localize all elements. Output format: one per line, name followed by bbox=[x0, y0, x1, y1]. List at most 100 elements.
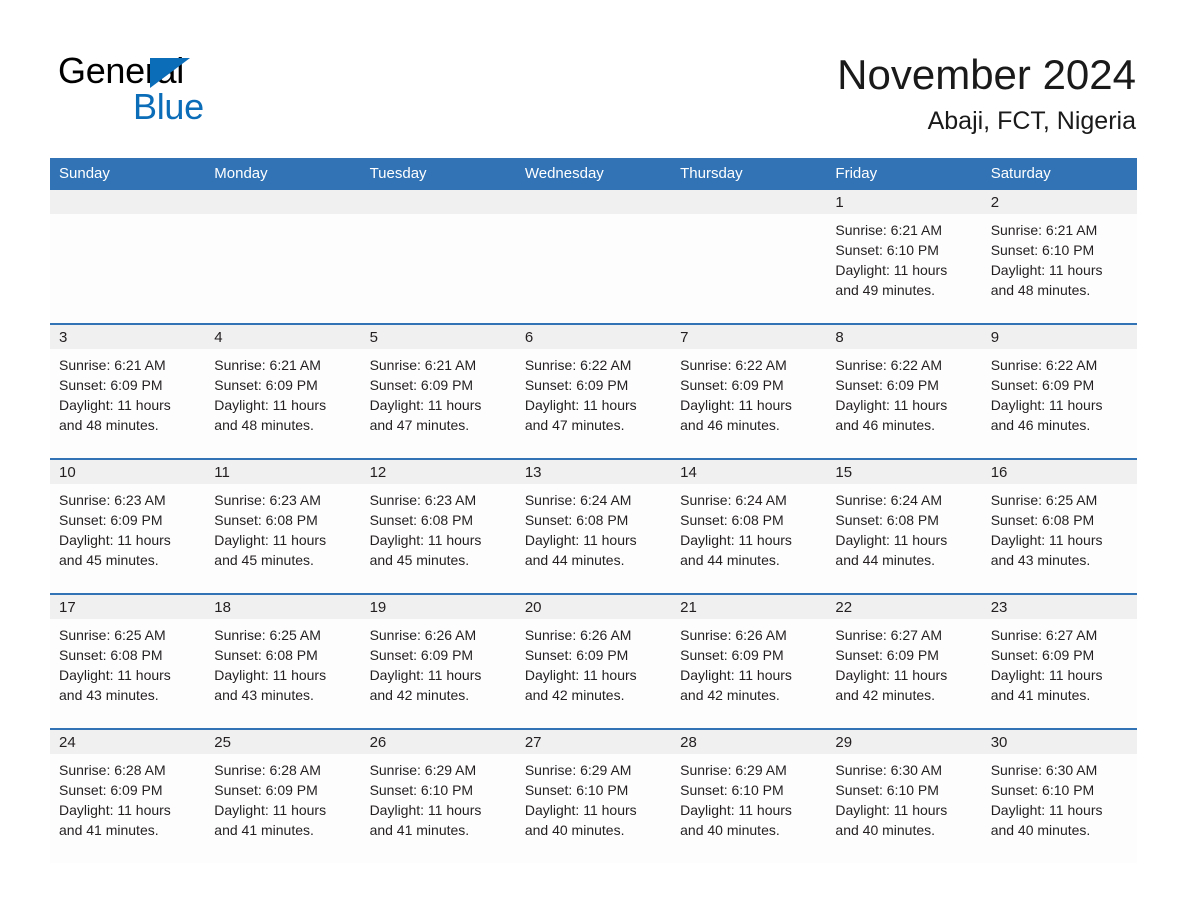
calendar-cell-empty bbox=[515, 190, 672, 324]
day-number: 17 bbox=[50, 595, 206, 619]
sunrise-text: Sunrise: 6:22 AM bbox=[835, 357, 943, 373]
calendar-day-cell[interactable]: 5 Sunrise: 6:21 AM Sunset: 6:09 PM Daylight… bbox=[360, 323, 516, 459]
sunrise-text: Sunrise: 6:22 AM bbox=[990, 357, 1098, 373]
calendar-day-cell[interactable]: 2 Sunrise: 6:21 AM Sunset: 6:10 PM Daylight… bbox=[981, 190, 1137, 324]
sunset-text: Sunset: 6:10 PM bbox=[835, 242, 939, 258]
calendar-page: General Blue November 2024 Abaji, FCT, N… bbox=[0, 0, 1188, 918]
sunset-text: Sunset: 6:09 PM bbox=[524, 377, 629, 393]
day-number: 6 bbox=[515, 325, 672, 349]
day-number: 11 bbox=[205, 460, 361, 484]
sunset-text: Sunset: 6:08 PM bbox=[369, 512, 474, 528]
daylight-text: Daylight: 11 hours and 48 minutes. bbox=[214, 397, 327, 433]
day-number bbox=[671, 190, 827, 214]
calendar-day-cell[interactable]: 6 Sunrise: 6:22 AM Sunset: 6:09 PM Daylight… bbox=[515, 323, 672, 459]
calendar-day-cell[interactable]: 13 Sunrise: 6:24 AM Sunset: 6:08 PM Dayligh… bbox=[515, 458, 672, 594]
calendar-day-cell[interactable]: 18 Sunrise: 6:25 AM Sunset: 6:08 PM Dayligh… bbox=[205, 593, 361, 729]
day-number: 14 bbox=[671, 460, 827, 484]
calendar-week-row: 10 Sunrise: 6:23 AM Sunset: 6:09 PM Dayligh… bbox=[50, 458, 1137, 594]
sunset-text: Sunset: 6:09 PM bbox=[369, 647, 474, 663]
sunrise-text: Sunrise: 6:26 AM bbox=[369, 627, 477, 643]
calendar-day-cell[interactable]: 25 Sunrise: 6:28 AM Sunset: 6:09 PM Dayligh… bbox=[205, 728, 361, 863]
sunset-text: Sunset: 6:08 PM bbox=[524, 512, 629, 528]
sunrise-text: Sunrise: 6:23 AM bbox=[59, 492, 166, 508]
day-details: Sunrise: 6:24 AM Sunset: 6:08 PM Daylight:… bbox=[826, 484, 981, 570]
calendar-day-cell[interactable]: 7 Sunrise: 6:22 AM Sunset: 6:09 PM Daylight… bbox=[671, 323, 827, 459]
day-number: 16 bbox=[981, 460, 1137, 484]
day-number: 5 bbox=[360, 325, 516, 349]
title-block: November 2024 Abaji, FCT, Nigeria bbox=[837, 50, 1136, 136]
calendar-cell-empty bbox=[360, 190, 516, 324]
daylight-text: Daylight: 11 hours and 48 minutes. bbox=[59, 397, 171, 433]
day-number: 10 bbox=[50, 460, 206, 484]
calendar-day-cell[interactable]: 4 Sunrise: 6:21 AM Sunset: 6:09 PM Daylight… bbox=[205, 323, 361, 459]
calendar-day-cell[interactable]: 10 Sunrise: 6:23 AM Sunset: 6:09 PM Dayligh… bbox=[50, 458, 206, 594]
calendar-day-cell[interactable]: 21 Sunrise: 6:26 AM Sunset: 6:09 PM Dayligh… bbox=[671, 593, 827, 729]
calendar-day-cell[interactable]: 16 Sunrise: 6:25 AM Sunset: 6:08 PM Dayligh… bbox=[981, 458, 1137, 594]
calendar-day-cell[interactable]: 1 Sunrise: 6:21 AM Sunset: 6:10 PM Daylight… bbox=[826, 190, 982, 324]
day-details: Sunrise: 6:27 AM Sunset: 6:09 PM Daylight:… bbox=[982, 619, 1137, 705]
daylight-text: Daylight: 11 hours and 40 minutes. bbox=[835, 802, 948, 838]
day-number: 13 bbox=[515, 460, 672, 484]
calendar-week-row: 24 Sunrise: 6:28 AM Sunset: 6:09 PM Dayligh… bbox=[50, 728, 1137, 863]
day-details: Sunrise: 6:28 AM Sunset: 6:09 PM Daylight:… bbox=[205, 754, 360, 840]
sunset-text: Sunset: 6:10 PM bbox=[990, 242, 1095, 258]
weekday-header-monday: Monday bbox=[205, 158, 361, 190]
calendar-day-cell[interactable]: 11 Sunrise: 6:23 AM Sunset: 6:08 PM Dayligh… bbox=[205, 458, 361, 594]
page-header: General Blue November 2024 Abaji, FCT, N… bbox=[0, 0, 1188, 150]
daylight-text: Daylight: 11 hours and 40 minutes. bbox=[990, 802, 1103, 838]
daylight-text: Daylight: 11 hours and 42 minutes. bbox=[524, 667, 637, 703]
day-number: 20 bbox=[515, 595, 672, 619]
calendar-day-cell[interactable]: 27 Sunrise: 6:29 AM Sunset: 6:10 PM Dayligh… bbox=[515, 728, 672, 863]
daylight-text: Daylight: 11 hours and 40 minutes. bbox=[680, 802, 792, 838]
sunset-text: Sunset: 6:09 PM bbox=[59, 782, 163, 798]
calendar-day-cell[interactable]: 30 Sunrise: 6:30 AM Sunset: 6:10 PM Dayligh… bbox=[981, 728, 1137, 863]
calendar-day-cell[interactable]: 20 Sunrise: 6:26 AM Sunset: 6:09 PM Dayligh… bbox=[515, 593, 672, 729]
calendar-day-cell[interactable]: 17 Sunrise: 6:25 AM Sunset: 6:08 PM Dayligh… bbox=[50, 593, 206, 729]
calendar-day-cell[interactable]: 3 Sunrise: 6:21 AM Sunset: 6:09 PM Daylight… bbox=[50, 323, 206, 459]
sunset-text: Sunset: 6:09 PM bbox=[59, 512, 163, 528]
day-number: 26 bbox=[360, 730, 516, 754]
sunset-text: Sunset: 6:09 PM bbox=[835, 377, 939, 393]
calendar-day-cell[interactable]: 23 Sunrise: 6:27 AM Sunset: 6:09 PM Dayligh… bbox=[981, 593, 1137, 729]
sunset-text: Sunset: 6:09 PM bbox=[524, 647, 629, 663]
daylight-text: Daylight: 11 hours and 48 minutes. bbox=[990, 262, 1103, 298]
sunset-text: Sunset: 6:10 PM bbox=[835, 782, 939, 798]
sunrise-text: Sunrise: 6:28 AM bbox=[214, 762, 321, 778]
calendar-day-cell[interactable]: 28 Sunrise: 6:29 AM Sunset: 6:10 PM Dayligh… bbox=[671, 728, 827, 863]
sunrise-text: Sunrise: 6:21 AM bbox=[835, 222, 943, 238]
day-details: Sunrise: 6:24 AM Sunset: 6:08 PM Daylight:… bbox=[516, 484, 671, 570]
calendar-day-cell[interactable]: 9 Sunrise: 6:22 AM Sunset: 6:09 PM Daylight… bbox=[981, 323, 1137, 459]
calendar-day-cell[interactable]: 26 Sunrise: 6:29 AM Sunset: 6:10 PM Dayligh… bbox=[360, 728, 516, 863]
day-details: Sunrise: 6:23 AM Sunset: 6:09 PM Daylight:… bbox=[50, 484, 205, 570]
day-details: Sunrise: 6:26 AM Sunset: 6:09 PM Daylight:… bbox=[671, 619, 826, 705]
sunrise-text: Sunrise: 6:29 AM bbox=[369, 762, 477, 778]
calendar-week-row: 3 Sunrise: 6:21 AM Sunset: 6:09 PM Daylight… bbox=[50, 323, 1137, 459]
calendar-day-cell[interactable]: 15 Sunrise: 6:24 AM Sunset: 6:08 PM Dayligh… bbox=[826, 458, 982, 594]
day-number: 27 bbox=[515, 730, 672, 754]
day-details: Sunrise: 6:29 AM Sunset: 6:10 PM Daylight:… bbox=[516, 754, 671, 840]
sunrise-text: Sunrise: 6:22 AM bbox=[680, 357, 787, 373]
sunrise-text: Sunrise: 6:29 AM bbox=[680, 762, 787, 778]
day-details: Sunrise: 6:23 AM Sunset: 6:08 PM Daylight:… bbox=[361, 484, 516, 570]
daylight-text: Daylight: 11 hours and 41 minutes. bbox=[990, 667, 1103, 703]
calendar-day-cell[interactable]: 24 Sunrise: 6:28 AM Sunset: 6:09 PM Dayligh… bbox=[50, 728, 206, 863]
day-number: 21 bbox=[671, 595, 827, 619]
calendar-day-cell[interactable]: 14 Sunrise: 6:24 AM Sunset: 6:08 PM Dayligh… bbox=[671, 458, 827, 594]
sunrise-text: Sunrise: 6:23 AM bbox=[369, 492, 477, 508]
brand-logo[interactable]: General Blue bbox=[58, 53, 378, 133]
day-number: 12 bbox=[360, 460, 516, 484]
calendar-header-row: Sunday Monday Tuesday Wednesday Thursday… bbox=[50, 158, 1137, 190]
calendar-day-cell[interactable]: 8 Sunrise: 6:22 AM Sunset: 6:09 PM Daylight… bbox=[826, 323, 982, 459]
day-number: 24 bbox=[50, 730, 206, 754]
day-details: Sunrise: 6:22 AM Sunset: 6:09 PM Daylight:… bbox=[826, 349, 981, 435]
calendar-day-cell[interactable]: 19 Sunrise: 6:26 AM Sunset: 6:09 PM Dayligh… bbox=[360, 593, 516, 729]
calendar-day-cell[interactable]: 29 Sunrise: 6:30 AM Sunset: 6:10 PM Dayligh… bbox=[826, 728, 982, 863]
sunrise-text: Sunrise: 6:23 AM bbox=[214, 492, 321, 508]
calendar-body: 1 Sunrise: 6:21 AM Sunset: 6:10 PM Daylight… bbox=[50, 190, 1137, 863]
daylight-text: Daylight: 11 hours and 44 minutes. bbox=[835, 532, 948, 568]
calendar-week-row: 17 Sunrise: 6:25 AM Sunset: 6:08 PM Dayligh… bbox=[50, 593, 1137, 729]
calendar-day-cell[interactable]: 22 Sunrise: 6:27 AM Sunset: 6:09 PM Dayligh… bbox=[826, 593, 982, 729]
sunset-text: Sunset: 6:09 PM bbox=[214, 782, 318, 798]
day-number bbox=[205, 190, 361, 214]
calendar-day-cell[interactable]: 12 Sunrise: 6:23 AM Sunset: 6:08 PM Dayligh… bbox=[360, 458, 516, 594]
